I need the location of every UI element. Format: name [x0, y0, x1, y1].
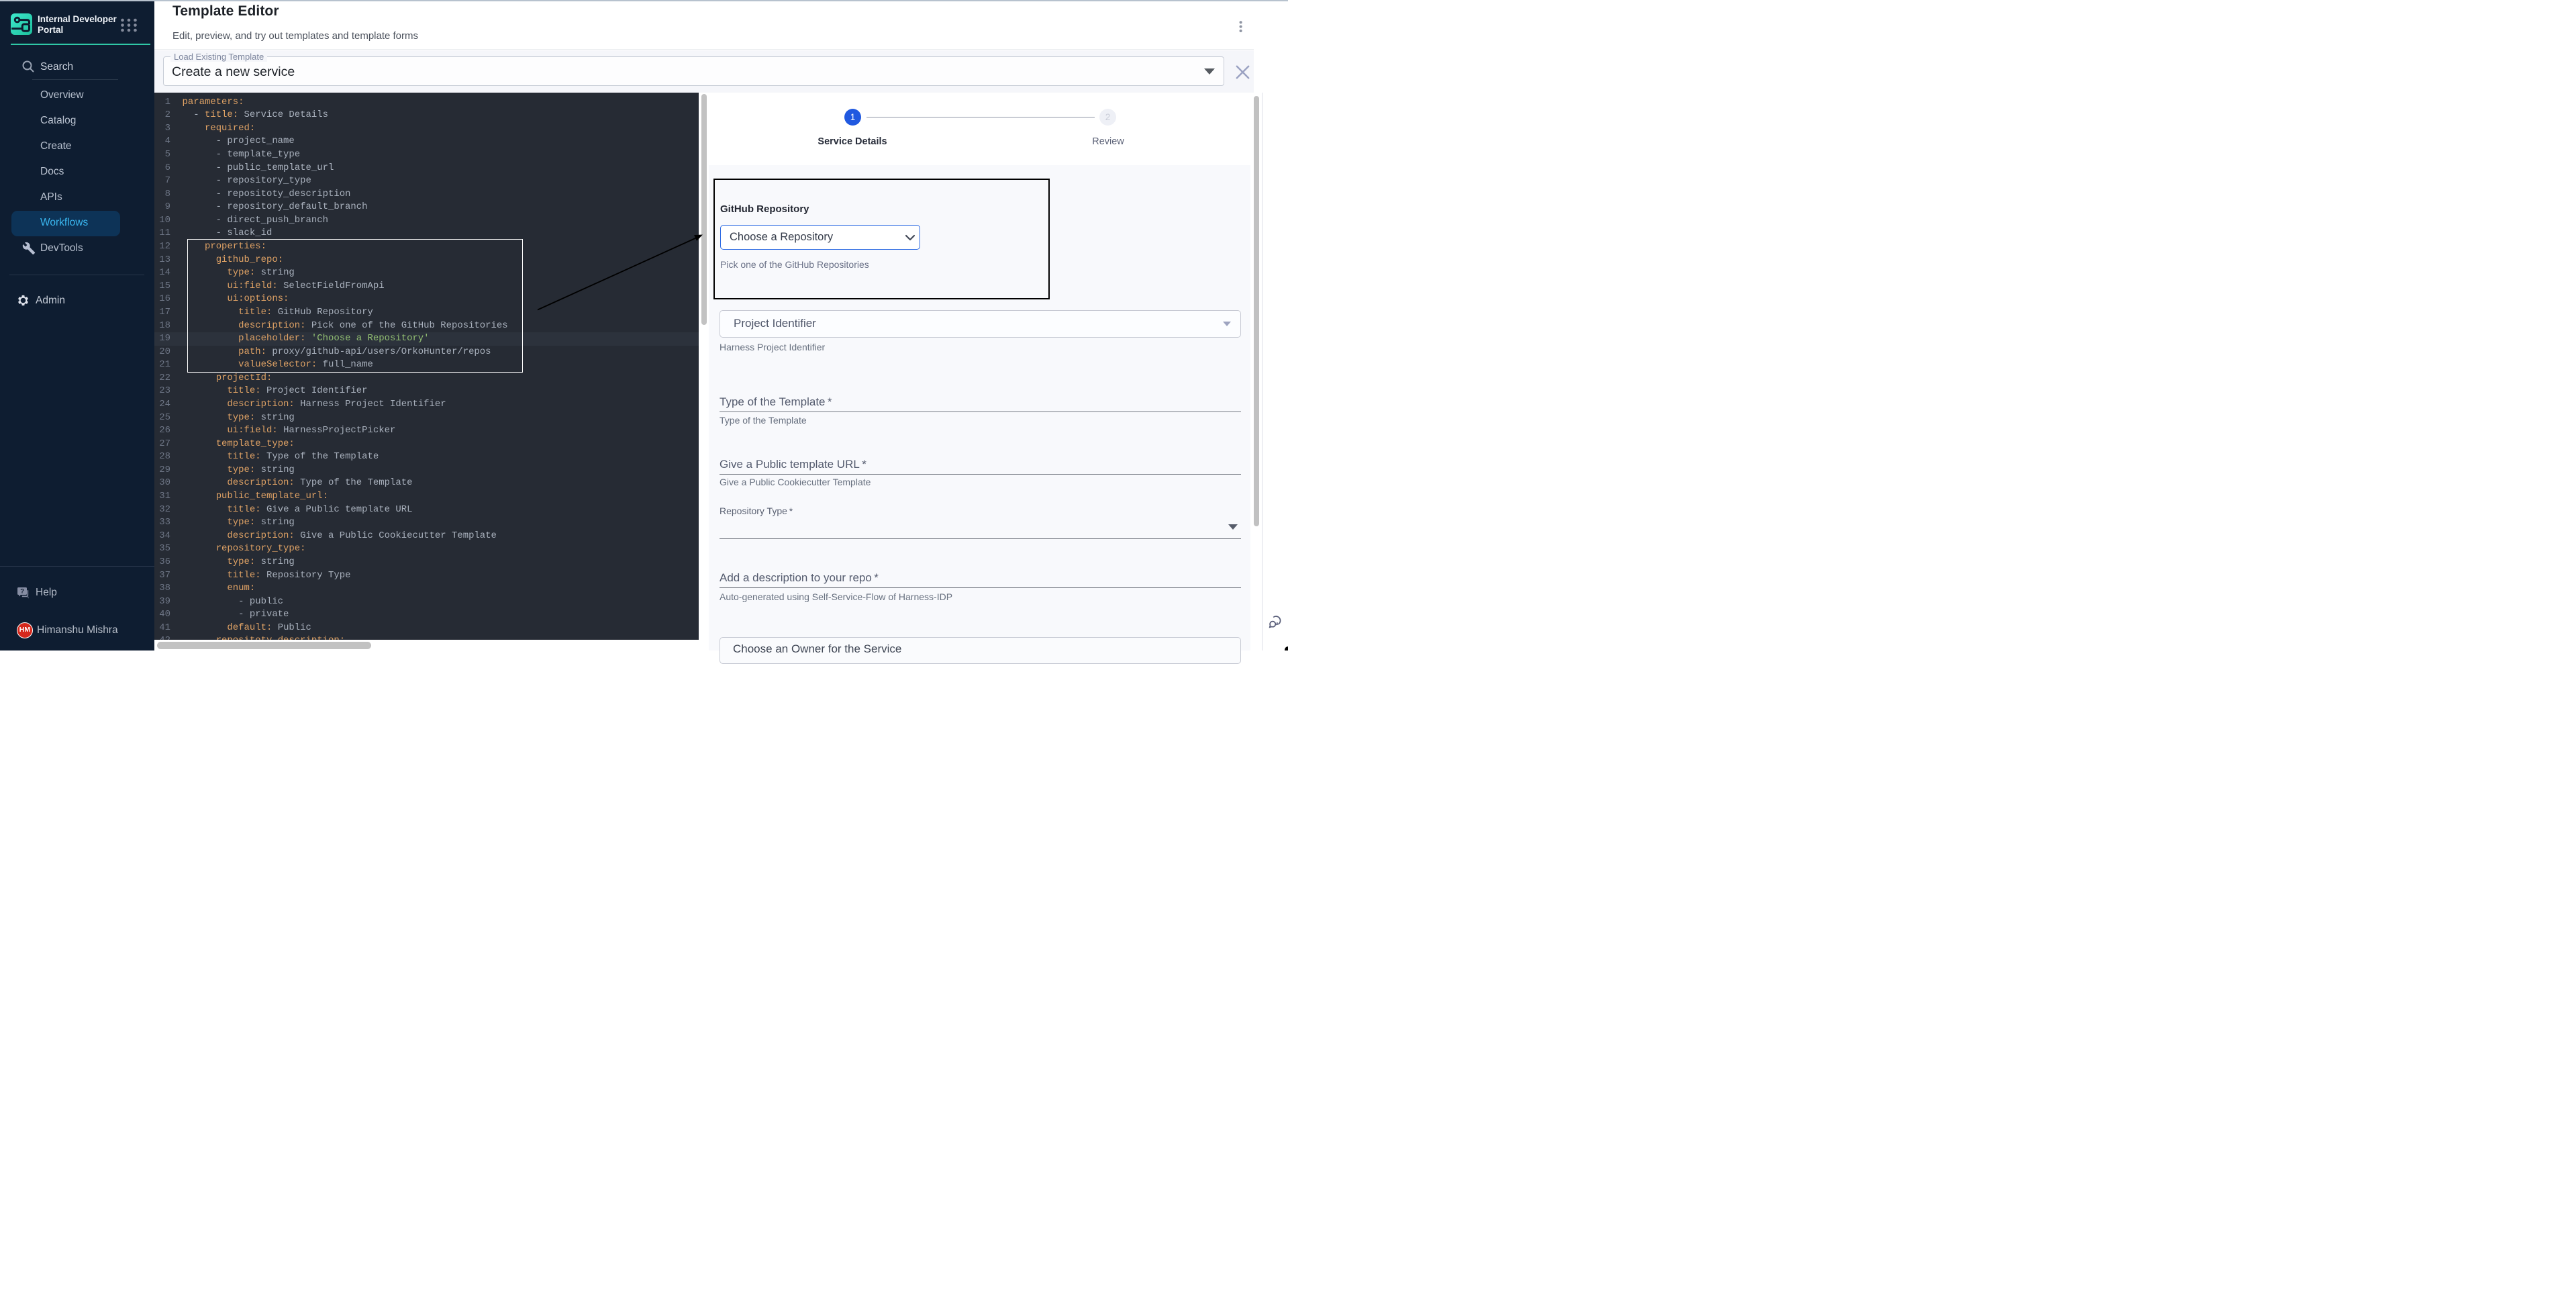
svg-text:?: ?	[20, 588, 24, 595]
